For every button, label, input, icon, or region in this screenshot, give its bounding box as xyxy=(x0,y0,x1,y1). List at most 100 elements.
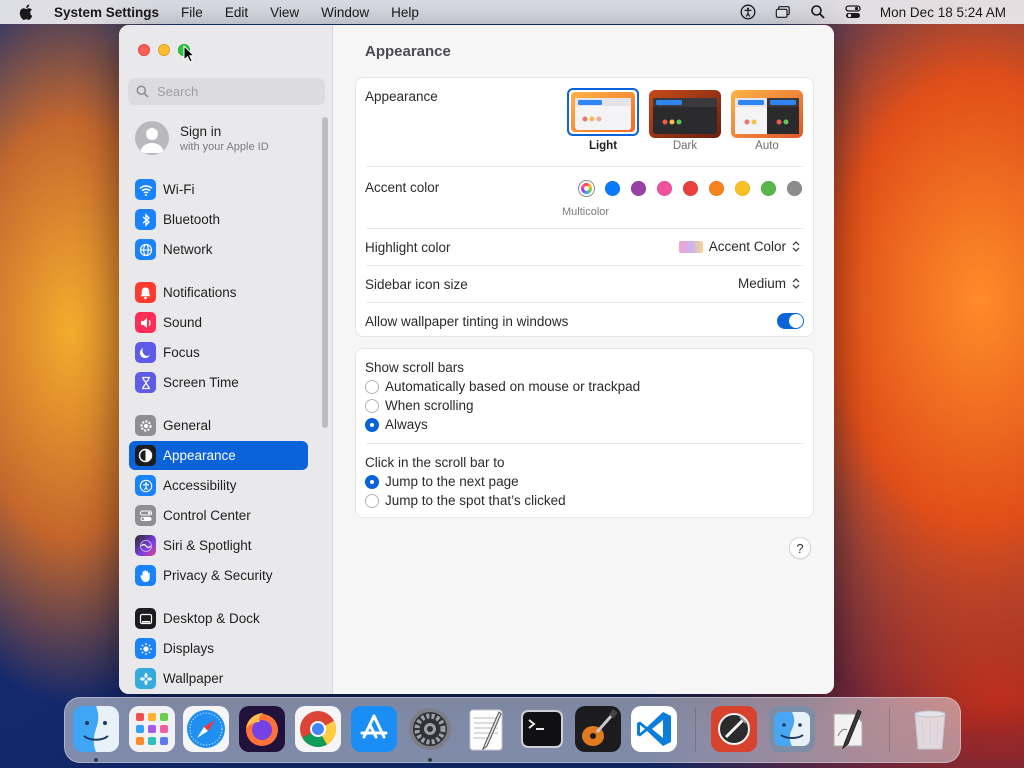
accent-swatch[interactable] xyxy=(787,181,802,196)
search-input[interactable] xyxy=(157,84,307,99)
siri-icon xyxy=(135,535,156,556)
screen-mirroring-icon[interactable] xyxy=(775,4,791,20)
theme-auto-option[interactable] xyxy=(731,90,803,138)
radio-button-selected[interactable] xyxy=(365,474,379,489)
menu-app-name[interactable]: System Settings xyxy=(54,5,159,20)
highlight-color-popup[interactable]: Accent Color xyxy=(678,239,801,254)
wallpaper-tinting-toggle[interactable] xyxy=(777,313,804,329)
menu-view[interactable]: View xyxy=(270,5,299,20)
dock-terminal[interactable] xyxy=(519,706,565,752)
dock-instruments[interactable] xyxy=(711,706,757,752)
accent-swatch[interactable] xyxy=(735,181,750,196)
sidebar-item-wifi[interactable]: Wi-Fi xyxy=(129,175,308,204)
dock-garageband[interactable] xyxy=(575,706,621,752)
control-center-icon[interactable] xyxy=(845,4,861,20)
sidebar-item-appearance[interactable]: Appearance xyxy=(129,441,308,470)
radio-button-selected[interactable] xyxy=(365,417,379,432)
accent-swatch[interactable] xyxy=(631,181,646,196)
dock-firefox[interactable] xyxy=(239,706,285,752)
sidebar-item-network[interactable]: Network xyxy=(129,235,308,264)
sidebar-item-notifications[interactable]: Notifications xyxy=(129,278,308,307)
scroll-bars-option-when-scrolling[interactable]: When scrolling xyxy=(365,398,474,413)
theme-dark-label: Dark xyxy=(672,140,698,152)
dock-icon xyxy=(135,608,156,629)
dock-trash[interactable] xyxy=(907,706,953,752)
click-scroll-option-next-page[interactable]: Jump to the next page xyxy=(365,474,519,489)
vscode-icon xyxy=(631,706,677,752)
bell-icon xyxy=(135,282,156,303)
apple-id-signin[interactable]: Sign in with your Apple ID xyxy=(135,121,269,155)
sidebar-item-label: Accessibility xyxy=(163,478,237,493)
sidebar-item-label: Control Center xyxy=(163,508,251,523)
sidebar-item-accessibility[interactable]: Accessibility xyxy=(129,471,308,500)
menu-bar-clock[interactable]: Mon Dec 18 5:24 AM xyxy=(880,5,1006,20)
scroll-bars-option-always[interactable]: Always xyxy=(365,417,428,432)
window-minimize-button[interactable] xyxy=(158,44,170,56)
sidebar-item-bluetooth[interactable]: Bluetooth xyxy=(129,205,308,234)
sidebar-item-desktop-dock[interactable]: Desktop & Dock xyxy=(129,604,308,633)
radio-button[interactable] xyxy=(365,493,379,508)
appearance-icon xyxy=(135,445,156,466)
sidebar-item-general[interactable]: General xyxy=(129,411,308,440)
app-store-icon xyxy=(351,706,397,752)
sidebar-item-control-center[interactable]: Control Center xyxy=(129,501,308,530)
dock-finder-utility[interactable] xyxy=(769,706,815,752)
menu-bar: System Settings File Edit View Window He… xyxy=(0,0,1024,24)
hourglass-icon xyxy=(135,372,156,393)
sidebar-item-displays[interactable]: Displays xyxy=(129,634,308,663)
theme-dark-option[interactable] xyxy=(649,90,721,138)
accessibility-icon[interactable] xyxy=(740,4,756,20)
show-scroll-bars-label: Show scroll bars xyxy=(365,360,465,375)
sun-icon xyxy=(135,638,156,659)
firefox-icon xyxy=(239,706,285,752)
menu-edit[interactable]: Edit xyxy=(225,5,248,20)
accent-swatch[interactable] xyxy=(605,181,620,196)
radio-button[interactable] xyxy=(365,398,379,413)
menu-file[interactable]: File xyxy=(181,5,203,20)
divider xyxy=(366,228,803,229)
sidebar-scrollbar[interactable] xyxy=(322,117,328,428)
dock-textedit[interactable] xyxy=(463,706,509,752)
dock-vscode[interactable] xyxy=(631,706,677,752)
finder-utility-icon xyxy=(769,706,815,752)
window-close-button[interactable] xyxy=(138,44,150,56)
apple-logo-icon[interactable] xyxy=(18,3,36,21)
sidebar-item-privacy-security[interactable]: Privacy & Security xyxy=(129,561,308,590)
gear-icon xyxy=(409,708,451,750)
auto-theme-preview xyxy=(731,90,803,138)
click-scroll-option-spot-clicked[interactable]: Jump to the spot that’s clicked xyxy=(365,493,566,508)
help-button[interactable]: ? xyxy=(789,537,811,559)
theme-light-label: Light xyxy=(588,140,618,152)
dock-launchpad[interactable] xyxy=(129,706,175,752)
scroll-bars-option-auto[interactable]: Automatically based on mouse or trackpad xyxy=(365,379,640,394)
dock-system-settings[interactable] xyxy=(407,706,453,752)
theme-light-option[interactable] xyxy=(567,88,639,136)
highlight-color-value: Accent Color xyxy=(708,239,786,254)
sidebar-item-wallpaper[interactable]: Wallpaper xyxy=(129,664,308,693)
dock-safari[interactable] xyxy=(183,706,229,752)
sidebar-icon-size-popup[interactable]: Medium xyxy=(738,276,801,291)
sidebar-item-label: Displays xyxy=(163,641,215,656)
search-field[interactable] xyxy=(128,78,325,105)
dock-app-store[interactable] xyxy=(351,706,397,752)
dock-script-editor[interactable] xyxy=(825,706,871,752)
sidebar-item-label: Notifications xyxy=(163,285,237,300)
dock-separator xyxy=(695,708,696,752)
dock-finder[interactable] xyxy=(73,706,119,752)
dock-chrome[interactable] xyxy=(295,706,341,752)
spotlight-search-icon[interactable] xyxy=(810,4,826,20)
click-scroll-bar-label: Click in the scroll bar to xyxy=(365,455,505,470)
menu-help[interactable]: Help xyxy=(391,5,419,20)
accent-swatch[interactable] xyxy=(683,181,698,196)
sidebar-item-siri-spotlight[interactable]: Siri & Spotlight xyxy=(129,531,308,560)
sidebar-item-screen-time[interactable]: Screen Time xyxy=(129,368,308,397)
accent-swatch[interactable] xyxy=(657,181,672,196)
menu-window[interactable]: Window xyxy=(321,5,369,20)
sidebar-item-focus[interactable]: Focus xyxy=(129,338,308,367)
accent-swatch[interactable] xyxy=(761,181,776,196)
accent-swatch-multicolor[interactable] xyxy=(579,181,594,196)
radio-button[interactable] xyxy=(365,379,379,394)
sidebar-item-sound[interactable]: Sound xyxy=(129,308,308,337)
trash-icon xyxy=(914,710,946,750)
accent-swatch[interactable] xyxy=(709,181,724,196)
